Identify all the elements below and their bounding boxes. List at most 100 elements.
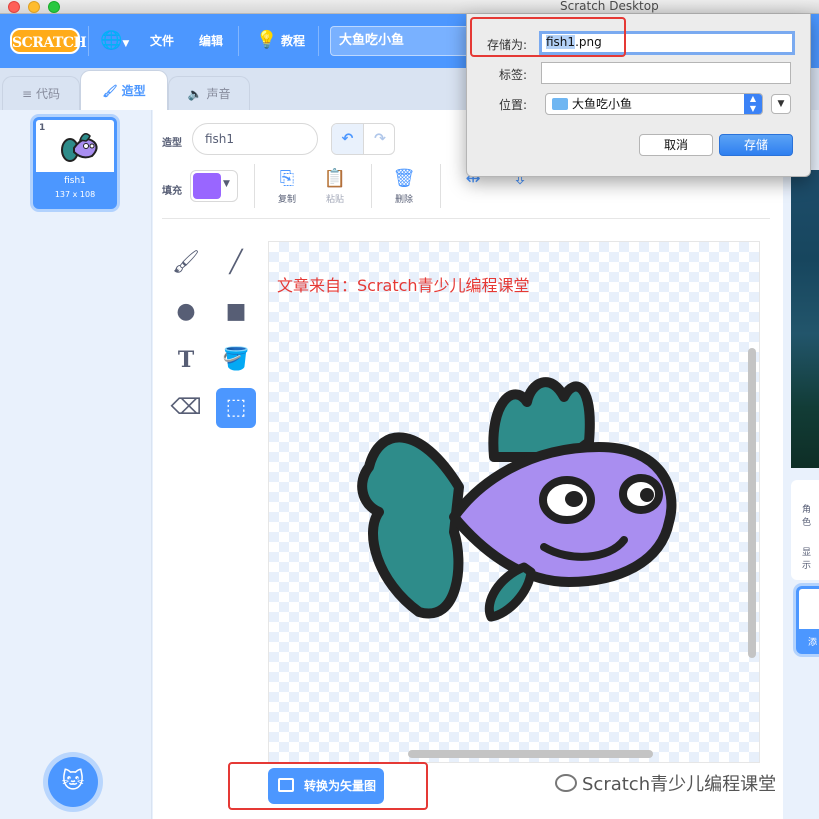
copy-label: 复制 bbox=[277, 195, 296, 205]
cancel-button[interactable]: 取消 bbox=[639, 134, 713, 156]
menu-divider bbox=[318, 26, 319, 56]
select-tool[interactable]: ⬚ bbox=[216, 388, 256, 428]
undo-icon: ↶ bbox=[341, 131, 354, 147]
wechat-icon bbox=[555, 774, 577, 792]
convert-label: 转换为矢量图 bbox=[304, 779, 377, 793]
circle-tool[interactable]: ● bbox=[166, 292, 206, 332]
canvas-horizontal-scrollbar[interactable] bbox=[408, 750, 653, 758]
eraser-icon: ⌫ bbox=[170, 395, 202, 420]
globe-icon: 🌐 bbox=[100, 30, 123, 51]
add-costume-button[interactable]: 🐱 bbox=[48, 757, 98, 807]
copy-button[interactable]: ⎘ 复制 bbox=[267, 168, 307, 205]
up-down-arrows-icon: ▲ ▼ bbox=[744, 94, 762, 114]
speaker-icon: 🔈 bbox=[187, 87, 203, 101]
tab-costumes[interactable]: 🖌 造型 bbox=[80, 70, 168, 110]
tags-label: 标签: bbox=[498, 68, 527, 82]
fish-thumbnail-icon bbox=[61, 133, 98, 162]
costume-name: fish1 bbox=[64, 176, 86, 186]
toolbar-divider bbox=[162, 218, 770, 219]
show-label: 显示 bbox=[802, 548, 812, 571]
undo-button[interactable]: ↶ bbox=[332, 124, 364, 154]
costume-size: 137 x 108 bbox=[54, 190, 96, 199]
chevron-down-icon: ▼ bbox=[223, 179, 230, 189]
fill-label: 填充 bbox=[162, 186, 182, 197]
window-title: Scratch Desktop bbox=[560, 0, 659, 13]
menu-divider bbox=[238, 26, 239, 56]
costume-index: 1 bbox=[39, 123, 46, 133]
eraser-tool[interactable]: ⌫ bbox=[166, 388, 206, 428]
fill-color-swatch bbox=[193, 173, 221, 199]
fill-tool[interactable]: 🪣 bbox=[216, 340, 256, 380]
menu-divider bbox=[88, 26, 89, 56]
brush-tool[interactable]: 🖌 bbox=[166, 243, 206, 283]
costume-name-input[interactable]: fish1 bbox=[192, 123, 318, 155]
paste-label: 粘贴 bbox=[325, 195, 344, 205]
tutorials-menu[interactable]: 教程 bbox=[281, 32, 305, 49]
sprite-card-label: 添 bbox=[808, 638, 818, 648]
redo-icon: ↷ bbox=[374, 131, 386, 147]
tab-sounds[interactable]: 🔈 声音 bbox=[168, 76, 250, 110]
tab-label: 造型 bbox=[121, 84, 146, 98]
scratch-logo[interactable]: SCRATCH bbox=[10, 28, 87, 54]
tags-input[interactable] bbox=[541, 62, 791, 84]
undo-redo-group: ↶ ↷ bbox=[331, 123, 395, 155]
sprite-thumbnail bbox=[799, 589, 819, 629]
tab-label: 声音 bbox=[206, 87, 231, 101]
location-select[interactable]: 大鱼吃小鱼 ▲ ▼ bbox=[545, 93, 763, 115]
window-titlebar: Scratch Desktop bbox=[0, 0, 819, 14]
toolbar-divider bbox=[371, 164, 372, 208]
toolbar-divider bbox=[254, 164, 255, 208]
copy-icon: ⎘ bbox=[279, 168, 295, 189]
redo-button[interactable]: ↷ bbox=[364, 124, 394, 154]
costume-list-panel: 1 fish1 137 x 108 🐱 bbox=[0, 110, 152, 819]
image-icon bbox=[278, 778, 294, 792]
chevron-down-icon: ▼ bbox=[122, 39, 130, 49]
location-label: 位置: bbox=[498, 98, 527, 112]
file-menu[interactable]: 文件 bbox=[150, 32, 174, 49]
save-button[interactable]: 存储 bbox=[719, 134, 793, 156]
lightbulb-icon: 💡 bbox=[256, 30, 278, 50]
highlight-box bbox=[470, 17, 626, 57]
text-tool[interactable]: T bbox=[166, 340, 206, 380]
canvas-vertical-scrollbar[interactable] bbox=[748, 348, 756, 658]
paint-canvas[interactable] bbox=[268, 241, 760, 763]
trash-icon: 🗑 bbox=[392, 168, 416, 189]
line-icon: ╱ bbox=[229, 250, 243, 275]
wechat-watermark: Scratch青少儿编程课堂 bbox=[582, 774, 777, 795]
brush-icon: 🖌 bbox=[172, 250, 200, 275]
chevron-down-icon: ▼ bbox=[777, 99, 785, 109]
select-icon: ⬚ bbox=[225, 395, 247, 420]
paste-button[interactable]: 📋 粘贴 bbox=[315, 168, 355, 205]
language-menu-button[interactable]: 🌐▼ bbox=[100, 30, 134, 52]
line-tool[interactable]: ╱ bbox=[216, 243, 256, 283]
circle-icon: ● bbox=[176, 299, 196, 324]
minimize-window-button[interactable] bbox=[28, 1, 40, 13]
code-icon: ≡ bbox=[21, 87, 33, 101]
tab-code[interactable]: ≡ 代码 bbox=[2, 76, 80, 110]
folder-icon bbox=[552, 98, 568, 110]
text-icon: T bbox=[177, 347, 195, 373]
delete-button[interactable]: 🗑 删除 bbox=[384, 168, 424, 205]
fill-color-picker[interactable]: ▼ bbox=[190, 170, 238, 202]
expand-dialog-button[interactable]: ▼ bbox=[771, 94, 791, 114]
zoom-window-button[interactable] bbox=[48, 1, 60, 13]
costume-item[interactable]: 1 fish1 137 x 108 bbox=[33, 117, 117, 209]
tab-label: 代码 bbox=[36, 87, 61, 101]
cat-plus-icon: 🐱 bbox=[61, 769, 85, 794]
rectangle-tool[interactable]: ■ bbox=[216, 292, 256, 332]
convert-to-vector-button[interactable]: 转换为矢量图 bbox=[268, 768, 384, 804]
close-window-button[interactable] bbox=[8, 1, 20, 13]
delete-label: 删除 bbox=[394, 195, 413, 205]
costume-name-label: 造型 bbox=[162, 138, 182, 149]
fish-drawing bbox=[357, 377, 677, 622]
costume-thumbnail bbox=[36, 120, 114, 172]
paste-icon: 📋 bbox=[323, 168, 347, 189]
article-source-note: 文章来自：Scratch青少儿编程课堂 bbox=[277, 276, 530, 295]
toolbar-divider bbox=[440, 164, 441, 208]
project-title-input[interactable]: 大鱼吃小鱼 bbox=[330, 26, 480, 56]
edit-menu[interactable]: 编辑 bbox=[199, 32, 223, 49]
paint-bucket-icon: 🪣 bbox=[222, 347, 250, 372]
sprite-label: 角色 bbox=[802, 505, 812, 528]
stage-preview[interactable] bbox=[791, 170, 819, 468]
location-value: 大鱼吃小鱼 bbox=[572, 97, 633, 111]
